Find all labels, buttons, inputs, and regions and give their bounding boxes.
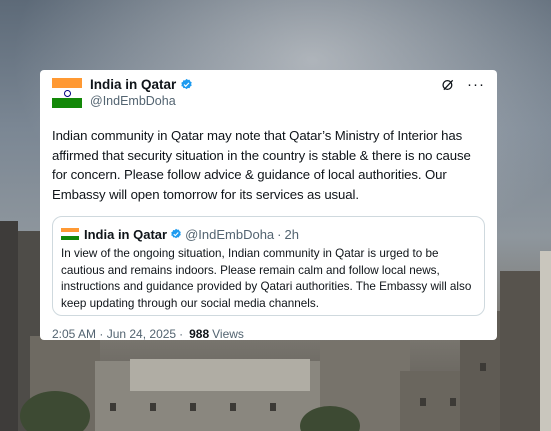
quoted-timestamp[interactable]: 2h (285, 227, 299, 242)
quoted-tweet[interactable]: India in Qatar @IndEmbDoha · 2h In view … (52, 216, 485, 316)
author-name[interactable]: India in Qatar (90, 76, 441, 93)
footer-separator: · (179, 327, 184, 341)
tweet-card[interactable]: India in Qatar @IndEmbDoha ··· Indian co… (40, 70, 497, 341)
verified-badge-icon (181, 78, 192, 90)
quoted-separator: · (277, 226, 282, 242)
quoted-author-name: India in Qatar (84, 226, 168, 242)
verified-badge-icon (171, 228, 181, 239)
tweet-timestamp[interactable]: 2:05 AM · Jun 24, 2025 (52, 327, 176, 341)
grok-icon[interactable] (441, 78, 455, 92)
quoted-tweet-text: In view of the ongoing situation, Indian… (61, 247, 472, 310)
quoted-author-handle: @IndEmbDoha (185, 226, 275, 242)
author-handle[interactable]: @IndEmbDoha (90, 93, 441, 110)
views-label: Views (212, 327, 244, 341)
tweet-footer: 2:05 AM · Jun 24, 2025 · 988 Views (52, 327, 485, 341)
quoted-tweet-header: India in Qatar @IndEmbDoha · 2h (61, 225, 474, 243)
tweet-header: India in Qatar @IndEmbDoha ··· (52, 76, 485, 114)
views-count[interactable]: 988 (189, 327, 209, 341)
author-name-text[interactable]: India in Qatar (90, 76, 176, 93)
india-flag-icon (61, 227, 79, 241)
more-icon[interactable]: ··· (467, 77, 485, 92)
india-flag-icon[interactable] (52, 78, 82, 108)
tweet-text: Indian community in Qatar may note that … (52, 128, 471, 202)
